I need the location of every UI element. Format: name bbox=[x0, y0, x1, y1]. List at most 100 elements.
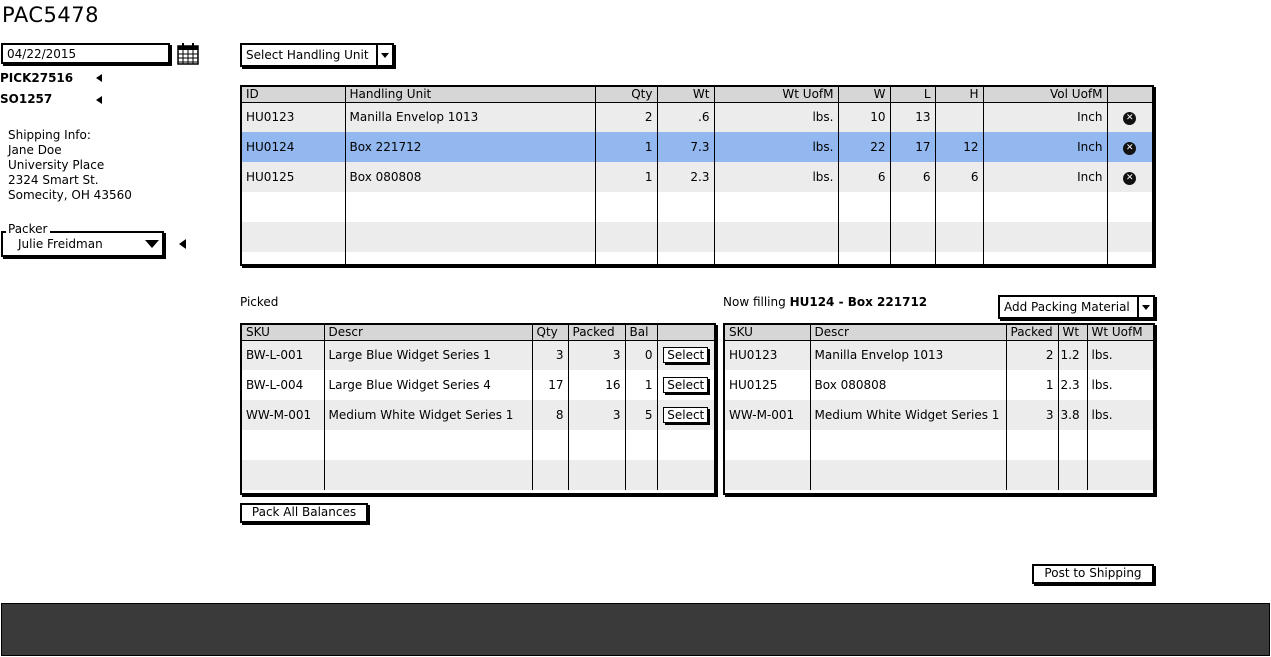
table-row-empty bbox=[725, 460, 1153, 490]
picked-descr: Medium White Widget Series 1 bbox=[324, 400, 533, 430]
filling-packed: 3 bbox=[1006, 400, 1059, 430]
chevron-down-icon bbox=[1137, 297, 1153, 317]
picked-sku: WW-M-001 bbox=[242, 400, 325, 430]
column-header[interactable]: Handling Unit bbox=[345, 87, 596, 103]
table-row[interactable]: WW-M-001 Medium White Widget Series 1 8 … bbox=[242, 400, 714, 430]
table-row-empty bbox=[242, 192, 1152, 222]
packer-expand-icon[interactable] bbox=[179, 239, 186, 249]
picked-sku: BW-L-004 bbox=[242, 370, 325, 400]
filling-descr: Box 080808 bbox=[810, 370, 1007, 400]
shipping-info: Shipping Info: Jane Doe University Place… bbox=[8, 128, 132, 203]
column-header[interactable]: ID bbox=[242, 87, 346, 103]
hu-vol-uofm: Inch bbox=[983, 102, 1108, 132]
picked-bal: 0 bbox=[625, 340, 658, 370]
select-button[interactable]: Select bbox=[663, 347, 709, 364]
hu-name: Box 080808 bbox=[345, 162, 596, 192]
table-header: SKU Descr Qty Packed Bal bbox=[242, 325, 714, 341]
shipping-heading: Shipping Info: bbox=[8, 128, 91, 142]
column-header[interactable]: Descr bbox=[810, 325, 1007, 341]
column-header[interactable]: L bbox=[890, 87, 936, 103]
hu-w: 6 bbox=[838, 162, 891, 192]
hu-wt-uofm: lbs. bbox=[714, 102, 839, 132]
now-filling-status: Now filling HU124 - Box 221712 bbox=[723, 295, 927, 309]
column-header[interactable]: Wt UofM bbox=[1087, 325, 1153, 341]
picked-packed: 16 bbox=[568, 370, 626, 400]
picked-bal: 1 bbox=[625, 370, 658, 400]
column-header[interactable]: H bbox=[935, 87, 984, 103]
hu-qty: 1 bbox=[595, 132, 658, 162]
packer-dropdown-icon[interactable] bbox=[145, 240, 159, 248]
picked-heading: Picked bbox=[240, 295, 279, 309]
picked-packed: 3 bbox=[568, 400, 626, 430]
filling-wt: 2.3 bbox=[1058, 370, 1088, 400]
date-field[interactable]: 04/22/2015 bbox=[1, 43, 170, 64]
hu-qty: 1 bbox=[595, 162, 658, 192]
column-header[interactable]: Bal bbox=[625, 325, 658, 341]
shipping-place: University Place bbox=[8, 158, 105, 172]
table-row[interactable]: HU0123 Manilla Envelop 1013 2 1.2 lbs. bbox=[725, 340, 1153, 370]
table-row-empty bbox=[242, 222, 1152, 252]
calendar-icon[interactable] bbox=[176, 42, 200, 66]
so-expand-icon[interactable] bbox=[96, 96, 102, 104]
hu-h: 12 bbox=[935, 132, 984, 162]
picked-sku: BW-L-001 bbox=[242, 340, 325, 370]
hu-h: 6 bbox=[935, 162, 984, 192]
column-header bbox=[657, 325, 714, 341]
select-handling-unit-dropdown[interactable]: Select Handling Unit bbox=[240, 43, 394, 67]
pick-reference: PICK27516 bbox=[0, 71, 74, 85]
column-header[interactable]: Wt bbox=[1058, 325, 1088, 341]
picked-packed: 3 bbox=[568, 340, 626, 370]
remove-icon[interactable]: ✕ bbox=[1123, 112, 1137, 126]
filling-sku: HU0125 bbox=[725, 370, 811, 400]
pick-expand-icon[interactable] bbox=[96, 74, 102, 82]
shipping-city: Somecity, OH 43560 bbox=[8, 188, 132, 202]
shipping-street: 2324 Smart St. bbox=[8, 173, 99, 187]
pack-all-balances-button[interactable]: Pack All Balances bbox=[240, 503, 368, 523]
filling-sku: WW-M-001 bbox=[725, 400, 811, 430]
column-header[interactable]: SKU bbox=[725, 325, 811, 341]
filling-descr: Manilla Envelop 1013 bbox=[810, 340, 1007, 370]
column-header[interactable]: Vol UofM bbox=[983, 87, 1108, 103]
remove-icon[interactable]: ✕ bbox=[1123, 142, 1137, 155]
column-header[interactable]: Qty bbox=[595, 87, 658, 103]
select-button[interactable]: Select bbox=[663, 377, 709, 393]
table-row-empty bbox=[242, 460, 714, 490]
now-filling-target: HU124 - Box 221712 bbox=[789, 295, 928, 309]
filling-descr: Medium White Widget Series 1 bbox=[810, 400, 1007, 430]
picked-descr: Large Blue Widget Series 1 bbox=[324, 340, 533, 370]
hu-wt: 2.3 bbox=[657, 162, 715, 192]
hu-w: 10 bbox=[838, 102, 891, 132]
table-row[interactable]: BW-L-001 Large Blue Widget Series 1 3 3 … bbox=[242, 340, 714, 370]
chevron-down-icon bbox=[376, 45, 392, 65]
picked-qty: 17 bbox=[532, 370, 569, 400]
column-header bbox=[1107, 87, 1152, 103]
hu-name: Box 221712 bbox=[345, 132, 596, 162]
column-header[interactable]: Packed bbox=[568, 325, 626, 341]
packer-value: Julie Freidman bbox=[18, 237, 103, 251]
column-header[interactable]: Wt UofM bbox=[714, 87, 839, 103]
post-to-shipping-button[interactable]: Post to Shipping bbox=[1032, 564, 1154, 584]
table-row[interactable]: BW-L-004 Large Blue Widget Series 4 17 1… bbox=[242, 370, 714, 400]
column-header[interactable]: Qty bbox=[532, 325, 569, 341]
filling-packed: 2 bbox=[1006, 340, 1059, 370]
add-packing-material-dropdown[interactable]: Add Packing Material bbox=[998, 295, 1155, 319]
column-header[interactable]: Descr bbox=[324, 325, 533, 341]
hu-l: 17 bbox=[890, 132, 936, 162]
remove-icon[interactable]: ✕ bbox=[1123, 172, 1137, 185]
hu-qty: 2 bbox=[595, 102, 658, 132]
table-row[interactable]: WW-M-001 Medium White Widget Series 1 3 … bbox=[725, 400, 1153, 430]
select-button[interactable]: Select bbox=[663, 407, 709, 423]
picked-bal: 5 bbox=[625, 400, 658, 430]
table-row[interactable]: HU0125 Box 080808 1 2.3 lbs. bbox=[725, 370, 1153, 400]
table-row-selected[interactable]: HU0124 Box 221712 1 7.3 lbs. 22 17 12 In… bbox=[242, 132, 1152, 162]
filling-wt: 3.8 bbox=[1058, 400, 1088, 430]
picked-qty: 3 bbox=[532, 340, 569, 370]
hu-name: Manilla Envelop 1013 bbox=[345, 102, 596, 132]
column-header[interactable]: Packed bbox=[1006, 325, 1059, 341]
table-row[interactable]: HU0123 Manilla Envelop 1013 2 .6 lbs. 10… bbox=[242, 102, 1152, 132]
table-row[interactable]: HU0125 Box 080808 1 2.3 lbs. 6 6 6 Inch … bbox=[242, 162, 1152, 192]
column-header[interactable]: W bbox=[838, 87, 891, 103]
column-header[interactable]: SKU bbox=[242, 325, 325, 341]
handling-unit-table: ID Handling Unit Qty Wt Wt UofM W L H Vo… bbox=[240, 85, 1154, 266]
column-header[interactable]: Wt bbox=[657, 87, 715, 103]
